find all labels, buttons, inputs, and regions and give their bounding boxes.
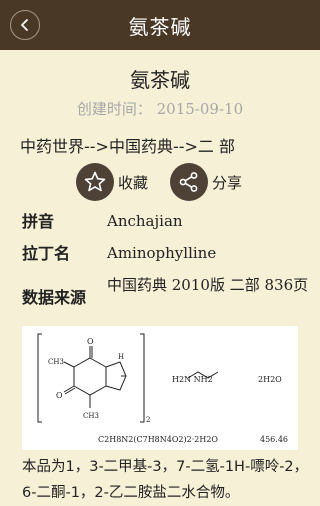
share-button[interactable]: 分享 [170, 163, 242, 201]
structure-formula-image: 2 O O CH3 CH3 H H2N NH2 2H2O C2H8N2(C7H8… [22, 326, 298, 450]
formula-atom: O [87, 337, 94, 346]
field-value: Anchajian [107, 212, 183, 230]
formula-atom: H [118, 353, 124, 361]
field-label: 拼音 [22, 212, 55, 231]
formula-weight: 456.46 [260, 435, 288, 444]
created-date: 创建时间： 2015-09-10 [76, 100, 244, 118]
field-value: Aminophylline [107, 244, 217, 262]
field-label: 数据来源 [22, 288, 87, 307]
field-label: 拉丁名 [22, 244, 71, 263]
formula-group: CH3 [48, 358, 64, 366]
share-icon [170, 163, 209, 201]
back-button[interactable] [10, 10, 40, 40]
chevron-left-icon [21, 19, 28, 31]
formula-water: 2H2O [258, 375, 282, 384]
article-title: 氨茶碱 [130, 68, 190, 92]
formula-ethylenediamine: H2N NH2 [172, 375, 213, 384]
share-label: 分享 [212, 173, 243, 192]
description-text: 本品为1，3-二甲基-3，7-二氢-1H-嘌呤-2，6-二酮-1，2-乙二胺盐二… [22, 459, 309, 501]
field-row-latin: 拉丁名 Aminophylline [22, 240, 312, 266]
favorite-label: 收藏 [118, 173, 149, 192]
breadcrumb[interactable]: 中药世界-->中国药典-->二 部 [20, 133, 235, 157]
action-bar: 收藏 分享 [76, 163, 264, 201]
header-title: 氨茶碱 [128, 14, 192, 39]
top-bar: 氨茶碱 [0, 0, 320, 50]
formula-molecular: C2H8N2(C7H8N4O2)2·2H2O [98, 435, 218, 444]
star-icon [76, 163, 114, 201]
formula-atom: O [56, 391, 63, 400]
favorite-button[interactable]: 收藏 [76, 163, 148, 201]
field-row-pinyin: 拼音 Anchajian [22, 208, 312, 234]
field-row-source: 数据来源 中国药典 2010版 二部 836页 [22, 272, 312, 308]
field-value: 中国药典 2010版 二部 836页 [107, 276, 309, 294]
formula-subscript: 2 [146, 416, 150, 424]
formula-group: CH3 [83, 412, 99, 420]
